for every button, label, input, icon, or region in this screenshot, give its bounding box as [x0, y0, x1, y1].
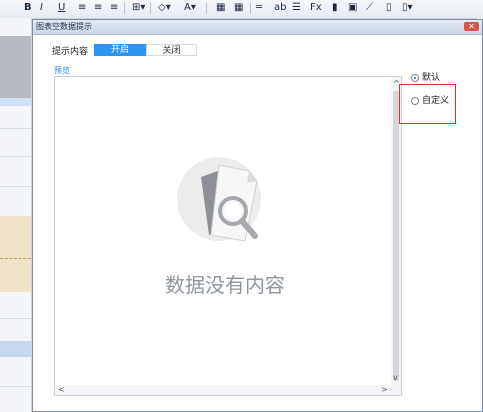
- border-icon[interactable]: ⊞▾: [132, 1, 145, 15]
- toggle-off-button[interactable]: 关闭: [146, 44, 197, 56]
- toolbar-separator: [206, 3, 207, 14]
- align-left-icon[interactable]: ≡: [78, 1, 86, 15]
- highlighted-cells: [0, 216, 31, 292]
- preview-panel: 数据没有内容 ^ v < >: [54, 76, 402, 396]
- dialog-titlebar: 图表空数据提示 ✕: [33, 20, 482, 35]
- row-divider: [0, 318, 31, 319]
- formula-icon[interactable]: Fx: [310, 1, 322, 15]
- image-icon[interactable]: ▣: [348, 1, 357, 15]
- scroll-down-icon[interactable]: v: [393, 373, 398, 383]
- align-center-icon[interactable]: ≡: [94, 1, 102, 15]
- chart-icon[interactable]: ▮: [332, 1, 338, 15]
- toolbar-separator: [150, 3, 151, 14]
- selected-row: [0, 98, 31, 106]
- insert-icon[interactable]: ▯▾: [402, 1, 413, 15]
- selected-strip: [0, 341, 31, 357]
- option-default-label: 默认: [422, 73, 441, 83]
- row-divider: [0, 386, 31, 387]
- preview-label: 预览: [54, 66, 70, 75]
- underline-icon[interactable]: U: [58, 1, 65, 15]
- radio-default[interactable]: [411, 73, 419, 82]
- highlight-annotation: [399, 84, 456, 124]
- row-divider: [0, 156, 31, 157]
- slash-icon[interactable]: ⟋: [366, 1, 373, 15]
- option-default[interactable]: 默认: [411, 72, 440, 84]
- close-icon[interactable]: ✕: [464, 22, 479, 31]
- horizontal-scrollbar[interactable]: < >: [55, 385, 391, 395]
- grid-icon[interactable]: ▦: [216, 1, 225, 15]
- vertical-scrollbar[interactable]: ^ v: [391, 77, 401, 395]
- sheet-icon[interactable]: ▯: [386, 1, 392, 15]
- sheet-area: [0, 18, 32, 412]
- toggle-on-button[interactable]: 开启: [94, 44, 146, 56]
- toolbar-separator: [124, 3, 125, 14]
- merge-icon[interactable]: ═: [256, 1, 262, 15]
- fill-color-icon[interactable]: ◇▾: [158, 1, 171, 15]
- row-divider: [0, 186, 31, 187]
- scroll-left-icon[interactable]: <: [58, 385, 65, 395]
- italic-icon[interactable]: I: [40, 1, 43, 15]
- empty-data-illustration: [177, 157, 261, 242]
- format-toolbar: B I U ≡ ≡ ≡ ⊞▾ ◇▾ A▾ ▦ ▦ ═ ab ☰ Fx ▮ ▣ ⟋ ▯ ▯▾: [0, 0, 483, 19]
- text-icon[interactable]: ab: [274, 1, 286, 15]
- scroll-thumb[interactable]: [393, 91, 399, 381]
- align-right-icon[interactable]: ≡: [110, 1, 118, 15]
- scroll-right-icon[interactable]: >: [381, 385, 388, 395]
- paragraph-icon[interactable]: ☰: [292, 1, 301, 15]
- dialog-title: 图表空数据提示: [36, 22, 92, 31]
- prompt-content-label: 提示内容: [52, 47, 89, 57]
- dashed-guide: [0, 258, 31, 259]
- header-band: [0, 36, 31, 98]
- empty-data-dialog: 图表空数据提示 ✕ 提示内容 开启 关闭 预览 数据没有内容 ^ v < > 默…: [32, 19, 483, 412]
- empty-data-message: 数据没有内容: [165, 273, 285, 297]
- font-color-icon[interactable]: A▾: [184, 1, 196, 15]
- table-icon[interactable]: ▦: [234, 1, 243, 15]
- toolbar-separator: [250, 3, 251, 14]
- row-divider: [0, 128, 31, 129]
- bold-icon[interactable]: B: [24, 1, 32, 15]
